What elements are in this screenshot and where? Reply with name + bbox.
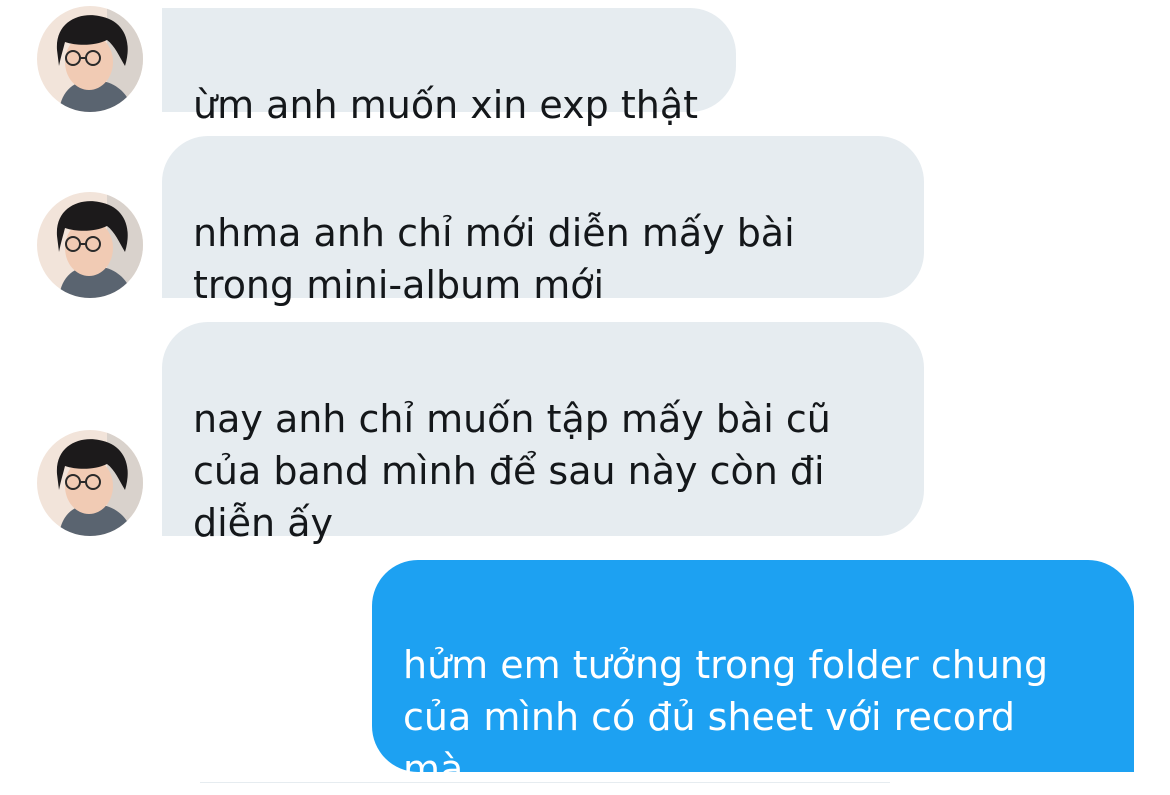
avatar[interactable] [37,192,143,298]
message-text: nay anh chỉ muốn tập mấy bài cũ của band… [193,397,831,545]
message-bubble-received[interactable]: nay anh chỉ muốn tập mấy bài cũ của band… [162,322,924,545]
person-avatar-icon [37,430,143,536]
message-bubble-received[interactable]: nhma anh chỉ mới diễn mấy bài trong mini… [162,136,924,307]
message-bubble-received[interactable]: ừm anh muốn xin exp thật [162,8,736,127]
message-text: nhma anh chỉ mới diễn mấy bài trong mini… [193,211,795,307]
person-avatar-icon [37,192,143,298]
avatar[interactable] [37,6,143,112]
thread-divider [200,782,890,783]
message-text: hửm em tưởng trong folder chung của mình… [403,643,1049,791]
person-avatar-icon [37,6,143,112]
avatar[interactable] [37,430,143,536]
message-text: ừm anh muốn xin exp thật [193,83,699,127]
message-bubble-sent[interactable]: hửm em tưởng trong folder chung của mình… [372,560,1134,791]
